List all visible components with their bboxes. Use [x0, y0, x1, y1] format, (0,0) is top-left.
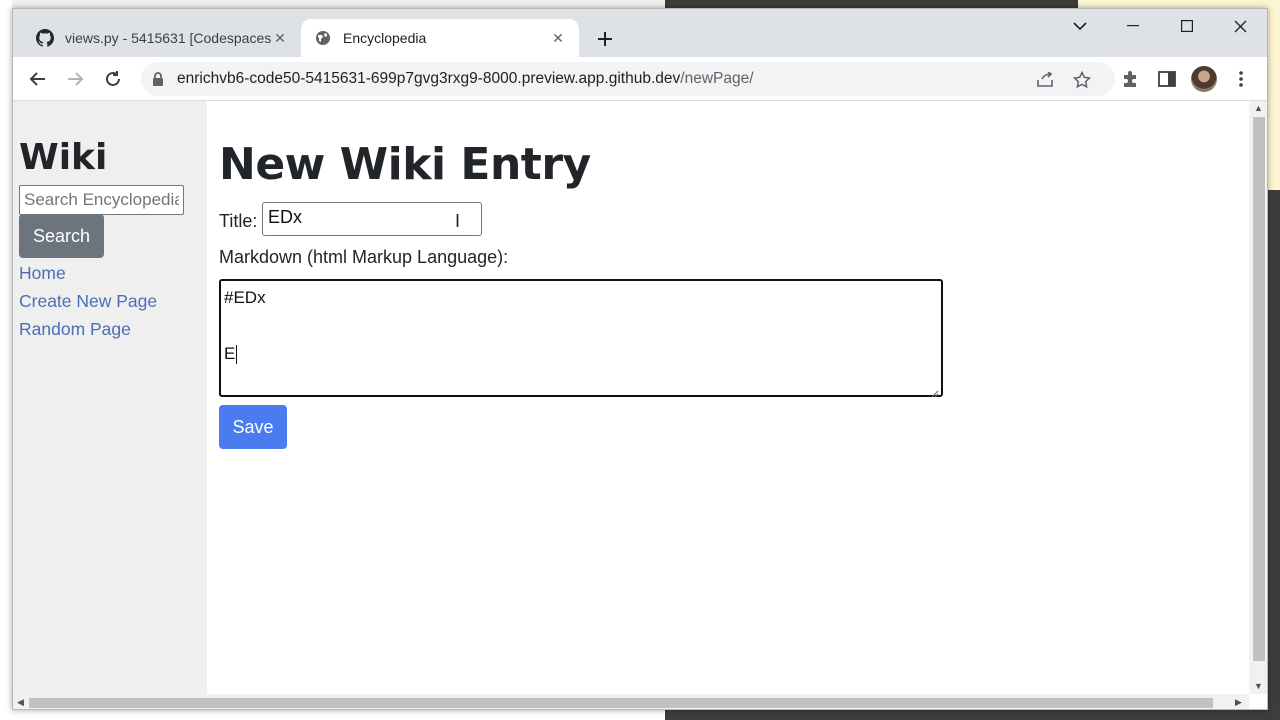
markdown-line: #EDx — [224, 288, 266, 307]
nav-link-home[interactable]: Home — [19, 263, 66, 284]
new-tab-plus-icon[interactable] — [591, 25, 619, 53]
url-path: /newPage/ — [680, 70, 754, 87]
search-input[interactable] — [19, 185, 184, 215]
vertical-scrollbar[interactable]: ▲ ▼ — [1249, 101, 1267, 694]
tab-label: Encyclopedia — [343, 30, 427, 46]
title-label: Title: — [219, 211, 258, 231]
markdown-line-text: E — [224, 344, 236, 363]
markdown-textarea[interactable]: #EDx E — [219, 279, 943, 398]
resize-grip-icon[interactable] — [929, 383, 939, 398]
extensions-puzzle-icon[interactable] — [1118, 67, 1142, 91]
tab-views-py[interactable]: views.py - 5415631 [Codespaces] ✕ — [23, 19, 301, 57]
scroll-left-arrow-icon[interactable]: ◀ — [17, 697, 24, 708]
tab-bar: views.py - 5415631 [Codespaces] ✕ Encycl… — [13, 9, 1267, 57]
title-input[interactable]: EDx — [262, 202, 482, 236]
text-cursor-icon: I — [455, 211, 461, 231]
page-viewport: Wiki Search Home Create New Page Random … — [13, 101, 1249, 694]
tab-encyclopedia[interactable]: Encyclopedia ✕ — [301, 19, 579, 57]
vertical-scrollbar-thumb[interactable] — [1253, 117, 1265, 661]
lock-icon[interactable] — [151, 71, 167, 87]
text-caret — [236, 345, 238, 365]
side-panel-icon[interactable] — [1155, 67, 1179, 91]
scroll-down-arrow-icon[interactable]: ▼ — [1254, 681, 1263, 691]
minimize-icon[interactable] — [1109, 9, 1157, 43]
share-icon[interactable] — [1036, 71, 1054, 89]
close-icon[interactable]: ✕ — [271, 29, 289, 47]
maximize-icon[interactable] — [1163, 9, 1211, 43]
horizontal-scrollbar-thumb[interactable] — [29, 698, 1213, 708]
url-host: enrichvb6-code50-5415631-699p7gvg3rxg9-8… — [177, 70, 681, 87]
more-menu-icon[interactable] — [1229, 67, 1253, 91]
nav-link-random-page[interactable]: Random Page — [19, 319, 131, 340]
url-text[interactable]: enrichvb6-code50-5415631-699p7gvg3rxg9-8… — [177, 70, 754, 88]
sidebar: Wiki Search Home Create New Page Random … — [13, 101, 207, 694]
main-content: New Wiki Entry Title: EDx I Markdown (ht… — [219, 101, 1249, 694]
bookmark-star-icon[interactable] — [1073, 71, 1091, 89]
window-close-icon[interactable] — [1216, 9, 1264, 43]
site-title: Wiki — [19, 137, 108, 178]
background-window-edge — [0, 0, 12, 720]
save-button[interactable]: Save — [219, 405, 287, 449]
profile-avatar[interactable] — [1191, 66, 1217, 92]
markdown-label: Markdown (html Markup Language): — [219, 247, 509, 267]
markdown-line — [224, 315, 938, 343]
scroll-up-arrow-icon[interactable]: ▲ — [1254, 103, 1263, 113]
browser-toolbar: enrichvb6-code50-5415631-699p7gvg3rxg9-8… — [13, 57, 1267, 101]
close-icon[interactable]: ✕ — [549, 29, 567, 47]
github-icon — [35, 28, 55, 48]
page-heading: New Wiki Entry — [219, 139, 591, 190]
forward-arrow-icon[interactable] — [59, 63, 91, 95]
nav-link-create-new-page[interactable]: Create New Page — [19, 291, 157, 312]
address-bar[interactable]: enrichvb6-code50-5415631-699p7gvg3rxg9-8… — [141, 62, 1115, 96]
reload-icon[interactable] — [97, 63, 129, 95]
markdown-line-current: E — [224, 343, 938, 371]
globe-icon — [313, 28, 333, 48]
scroll-right-arrow-icon[interactable]: ▶ — [1235, 697, 1242, 708]
horizontal-scrollbar[interactable]: ◀ ▶ — [13, 694, 1249, 709]
tab-label: views.py - 5415631 [Codespaces] — [65, 30, 271, 46]
back-arrow-icon[interactable] — [22, 63, 54, 95]
browser-window: views.py - 5415631 [Codespaces] ✕ Encycl… — [12, 8, 1268, 710]
search-button[interactable]: Search — [19, 214, 104, 258]
tab-search-chevron-icon[interactable] — [1056, 9, 1104, 43]
